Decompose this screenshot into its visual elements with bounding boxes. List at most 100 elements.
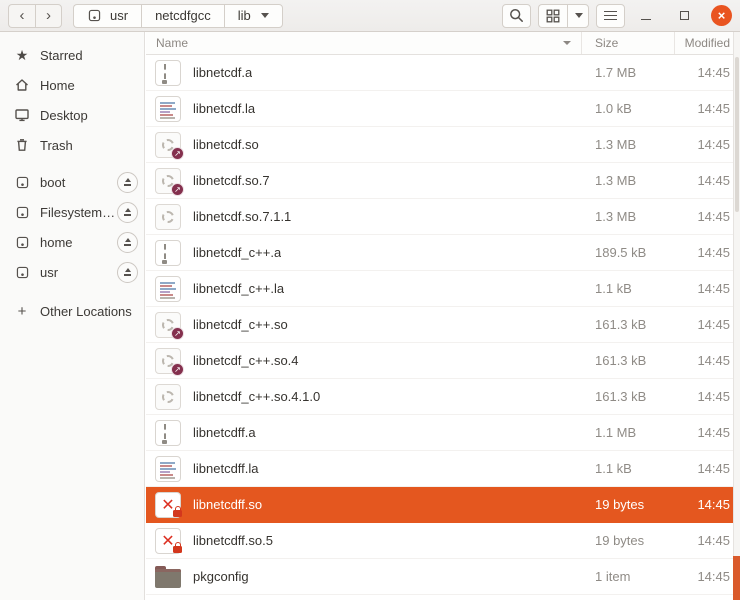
- file-name: libnetcdff.so: [193, 497, 262, 512]
- sidebar-item-label: Home: [40, 78, 138, 93]
- file-row[interactable]: libnetcdf.so.7.1.1 1.3 MB 14:45: [146, 199, 733, 235]
- maximize-button[interactable]: [673, 5, 695, 27]
- eject-icon: [125, 238, 131, 242]
- file-row[interactable]: libnetcdf_c++.so 161.3 kB 14:45: [146, 307, 733, 343]
- file-name-cell: pkgconfig: [146, 565, 582, 588]
- file-modified: 14:45: [675, 209, 733, 224]
- eject-button[interactable]: [117, 232, 138, 253]
- sidebar-item-starred[interactable]: ★ Starred: [0, 40, 144, 70]
- file-size: 1.7 MB: [582, 65, 675, 80]
- file-size: 19 bytes: [582, 497, 675, 512]
- sidebar-places: ★ Starred Home Desktop Trash: [0, 40, 144, 160]
- file-row[interactable]: libnetcdff.so.5 19 bytes 14:45: [146, 523, 733, 559]
- sidebar-item-mount[interactable]: usr: [0, 257, 144, 287]
- menu-button[interactable]: [596, 4, 625, 28]
- drive-icon: [14, 264, 30, 280]
- emblem-icon: [173, 510, 182, 517]
- drive-icon: [15, 235, 30, 250]
- sidebar-item-other-locations[interactable]: + Other Locations: [0, 296, 144, 326]
- grid-view-icon: [546, 9, 560, 23]
- breadcrumb-segment[interactable]: lib: [224, 4, 283, 28]
- minimize-button[interactable]: [635, 5, 657, 27]
- corner-accent: [733, 556, 740, 600]
- breadcrumb-segment[interactable]: usr: [73, 4, 141, 28]
- file-modified: 14:45: [675, 281, 733, 296]
- eject-button[interactable]: [117, 262, 138, 283]
- emblem-icon: [171, 363, 184, 376]
- list-columns-header: Name Size Modified: [146, 32, 733, 55]
- scrollbar[interactable]: [733, 32, 740, 600]
- file-modified: 14:45: [675, 137, 733, 152]
- home-icon: [14, 77, 30, 93]
- back-button[interactable]: ‹: [8, 4, 35, 28]
- breadcrumb-segment[interactable]: netcdfgcc: [141, 4, 224, 28]
- file-size: 189.5 kB: [582, 245, 675, 260]
- file-modified: 14:45: [675, 533, 733, 548]
- sidebar-item-mount[interactable]: home: [0, 227, 144, 257]
- file-modified: 14:45: [675, 389, 733, 404]
- file-name: libnetcdf_c++.la: [193, 281, 284, 296]
- file-row[interactable]: libnetcdf_c++.la 1.1 kB 14:45: [146, 271, 733, 307]
- emblem-icon: [171, 327, 184, 340]
- breadcrumb-label: netcdfgcc: [155, 8, 211, 23]
- plus-icon: +: [18, 303, 27, 320]
- library-link-icon: [155, 132, 181, 158]
- drive-icon: [14, 174, 30, 190]
- file-row[interactable]: libnetcdf.so.7 1.3 MB 14:45: [146, 163, 733, 199]
- file-list: libnetcdf.a 1.7 MB 14:45 libnetcdf.la 1.…: [146, 55, 733, 595]
- file-name: libnetcdf.so.7: [193, 173, 270, 188]
- drive-icon: [15, 265, 30, 280]
- eject-button[interactable]: [117, 172, 138, 193]
- sidebar-item-mount[interactable]: Filesystem r…: [0, 197, 144, 227]
- file-size: 1.0 kB: [582, 101, 675, 116]
- file-size: 161.3 kB: [582, 389, 675, 404]
- hamburger-icon: [604, 11, 617, 20]
- library-link-icon: [155, 168, 181, 194]
- view-toggle: [538, 4, 589, 28]
- library-link-icon: [155, 312, 181, 338]
- file-row[interactable]: libnetcdf.so 1.3 MB 14:45: [146, 127, 733, 163]
- sidebar-icon: +: [14, 303, 30, 319]
- scrollbar-thumb[interactable]: [735, 57, 739, 212]
- file-name: libnetcdff.la: [193, 461, 259, 476]
- drive-icon: [15, 205, 30, 220]
- file-modified: 14:45: [675, 173, 733, 188]
- file-row[interactable]: libnetcdf_c++.a 189.5 kB 14:45: [146, 235, 733, 271]
- file-row[interactable]: libnetcdf_c++.so.4.1.0 161.3 kB 14:45: [146, 379, 733, 415]
- file-name-cell: libnetcdf_c++.so.4: [146, 348, 582, 374]
- archive-icon: [155, 420, 181, 446]
- column-header-name[interactable]: Name: [146, 32, 582, 54]
- grid-view-button[interactable]: [538, 4, 567, 28]
- sidebar-item-label: Trash: [40, 138, 138, 153]
- sidebar-item-home[interactable]: Home: [0, 70, 144, 100]
- search-button[interactable]: [502, 4, 531, 28]
- library-icon: [155, 384, 181, 410]
- eject-button[interactable]: [117, 202, 138, 223]
- view-options-button[interactable]: [567, 4, 589, 28]
- file-row[interactable]: libnetcdff.a 1.1 MB 14:45: [146, 415, 733, 451]
- file-row[interactable]: libnetcdf.a 1.7 MB 14:45: [146, 55, 733, 91]
- file-name: libnetcdf.a: [193, 65, 252, 80]
- column-header-modified[interactable]: Modified: [675, 32, 733, 54]
- file-row[interactable]: pkgconfig 1 item 14:45: [146, 559, 733, 595]
- sidebar-other: + Other Locations: [0, 296, 144, 326]
- broken-link-icon: [155, 492, 181, 518]
- sidebar-item-label: home: [40, 235, 117, 250]
- file-row[interactable]: libnetcdff.la 1.1 kB 14:45: [146, 451, 733, 487]
- sidebar-item-trash[interactable]: Trash: [0, 130, 144, 160]
- close-button[interactable]: ×: [711, 5, 732, 26]
- column-header-size[interactable]: Size: [582, 32, 675, 54]
- trash-icon: [14, 137, 30, 153]
- sidebar-item-desktop[interactable]: Desktop: [0, 100, 144, 130]
- file-name-cell: libnetcdf.so: [146, 132, 582, 158]
- file-modified: 14:45: [675, 101, 733, 116]
- file-row[interactable]: libnetcdff.so 19 bytes 14:45: [146, 487, 733, 523]
- column-modified-label: Modified: [685, 36, 730, 50]
- forward-button[interactable]: ›: [35, 4, 62, 28]
- chevron-down-icon: [575, 13, 583, 18]
- sidebar-item-mount[interactable]: boot: [0, 167, 144, 197]
- sidebar-icon: [14, 77, 30, 93]
- file-row[interactable]: libnetcdf_c++.so.4 161.3 kB 14:45: [146, 343, 733, 379]
- sidebar-icon: [14, 107, 30, 123]
- file-row[interactable]: libnetcdf.la 1.0 kB 14:45: [146, 91, 733, 127]
